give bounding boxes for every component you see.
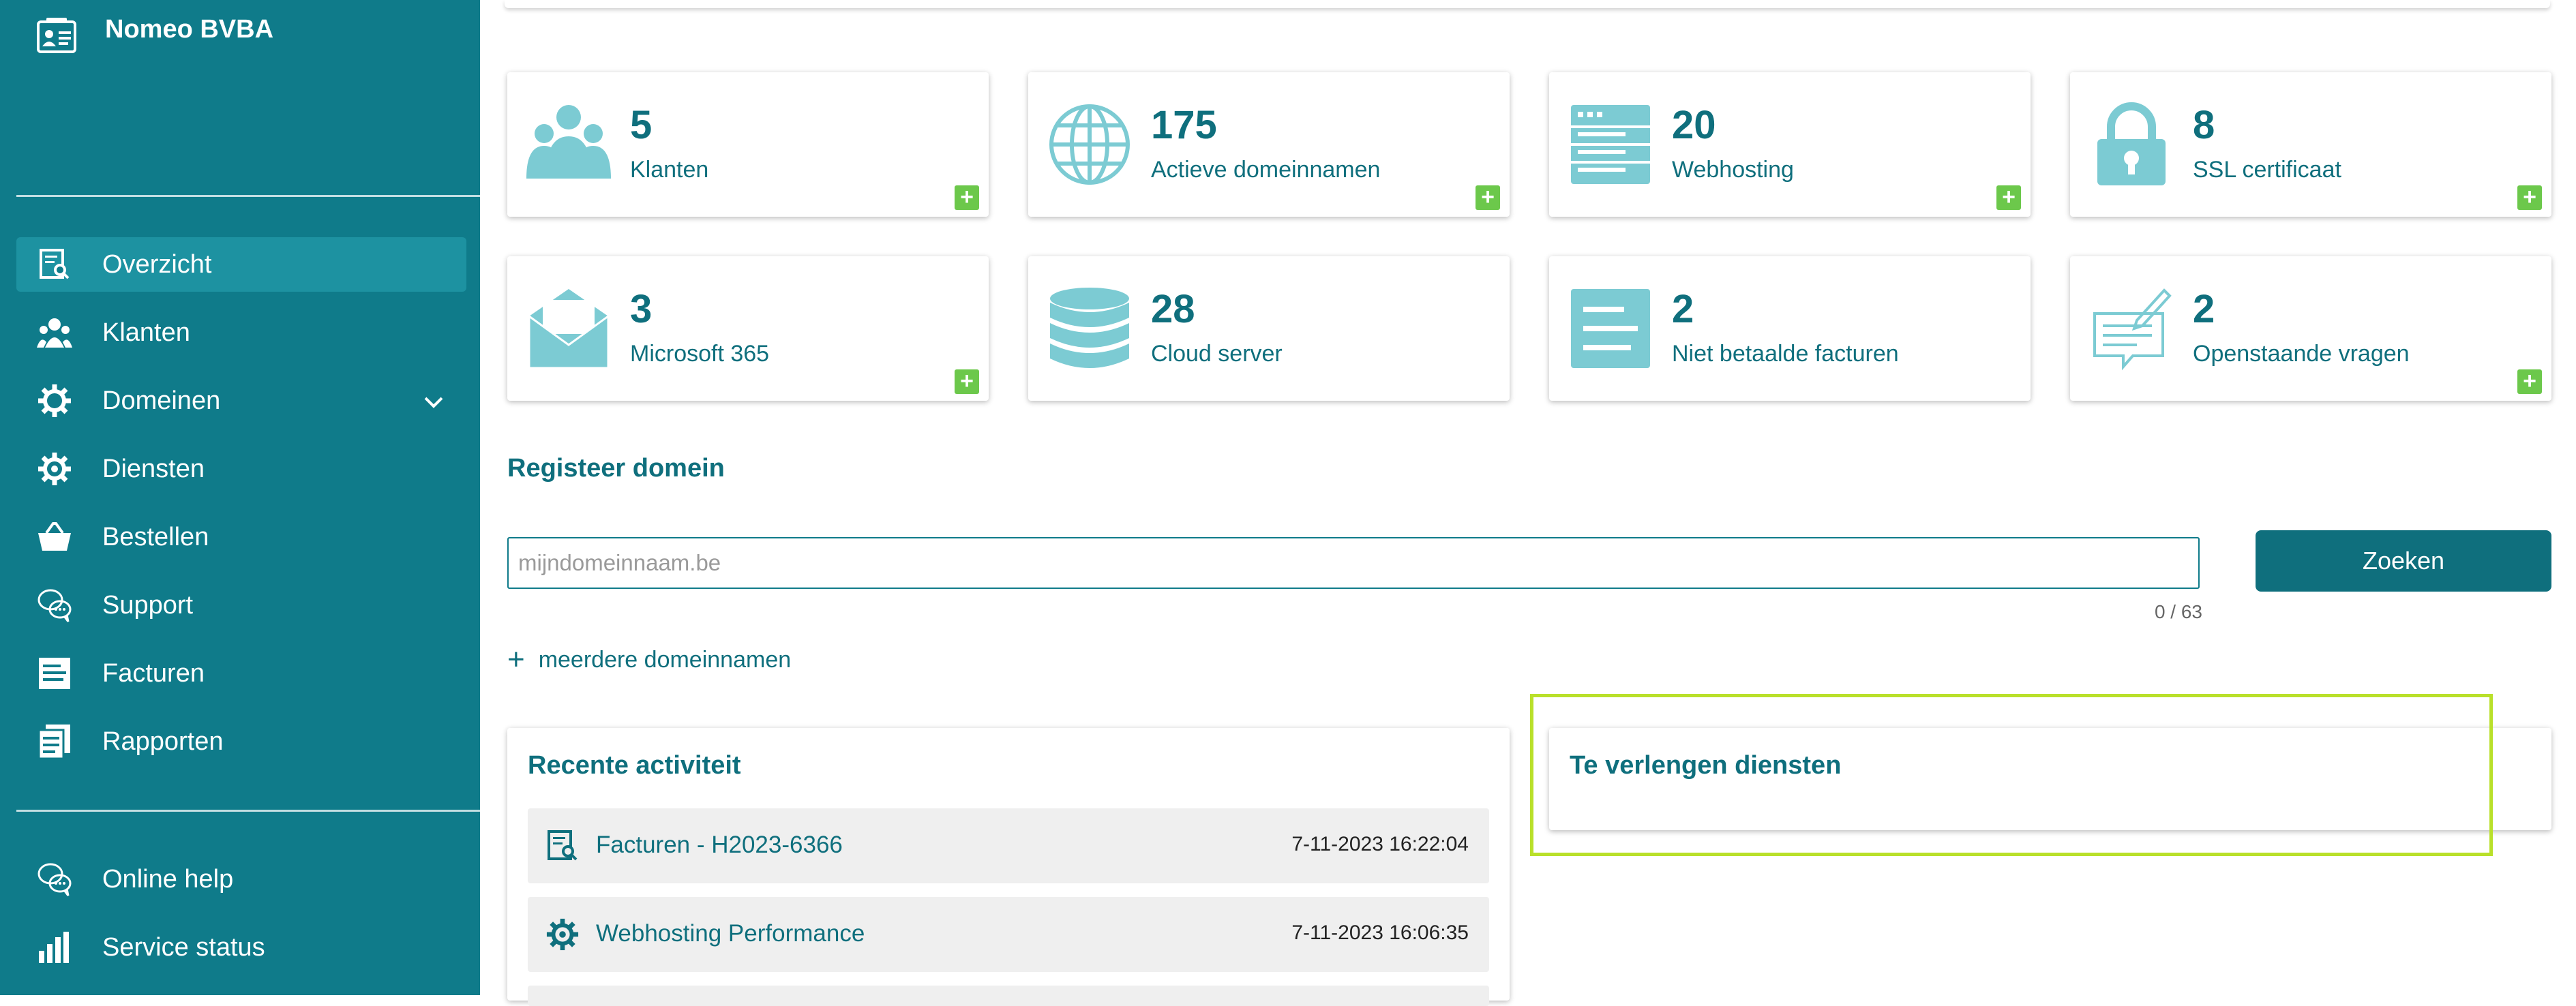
stat-card-domeinnamen[interactable]: 175 Actieve domeinnamen +	[1028, 72, 1510, 217]
add-vraag-button[interactable]: +	[2517, 369, 2542, 394]
sidebar-item-rapporten[interactable]: Rapporten	[16, 714, 466, 769]
stat-label: Openstaande vragen	[2193, 341, 2410, 367]
reports-icon	[35, 722, 74, 761]
sidebar-item-service-status[interactable]: Service status	[16, 920, 466, 975]
recent-activity-panel: Recente activiteit Facturen - H2023-6366…	[507, 728, 1510, 1006]
renewals-title: Te verlengen diensten	[1570, 751, 1842, 780]
stat-value: 2	[1672, 287, 1694, 331]
register-domain-title: Registeer domein	[507, 454, 725, 483]
recent-activity-title: Recente activiteit	[528, 751, 741, 780]
company-name: Nomeo BVBA	[105, 15, 274, 44]
stat-card-vragen[interactable]: 2 Openstaande vragen +	[2070, 256, 2551, 401]
renewals-panel: Te verlengen diensten	[1549, 728, 2551, 830]
sidebar: Nomeo BVBA Overzicht Klanten Domeinen Di…	[0, 0, 480, 995]
search-button[interactable]: Zoeken	[2256, 530, 2551, 592]
sidebar-item-overzicht[interactable]: Overzicht	[16, 237, 466, 292]
activity-timestamp: 7-11-2023 16:22:04	[1291, 833, 1469, 855]
bar-chart-icon	[35, 928, 74, 966]
chevron-down-icon[interactable]	[420, 388, 447, 416]
service-gear-icon	[546, 918, 579, 951]
sidebar-item-label: Diensten	[102, 454, 205, 483]
sidebar-item-domeinen[interactable]: Domeinen	[16, 374, 466, 428]
invoice-icon	[1571, 289, 1650, 368]
chat-icon	[35, 586, 74, 624]
stat-label: Cloud server	[1151, 341, 1283, 367]
stat-label: SSL certificaat	[2193, 157, 2341, 183]
sidebar-divider	[16, 195, 480, 197]
sidebar-item-support[interactable]: Support	[16, 578, 466, 632]
server-icon	[1571, 105, 1650, 184]
stat-label: Actieve domeinnamen	[1151, 157, 1381, 183]
activity-row[interactable]: Webhosting Performance 7-11-2023 16:06:3…	[528, 897, 1489, 972]
character-counter: 0 / 63	[2154, 601, 2202, 622]
invoice-search-icon	[548, 830, 578, 861]
stat-value: 3	[630, 287, 653, 331]
stat-card-microsoft365[interactable]: 3 Microsoft 365 +	[507, 256, 989, 401]
stat-value: 28	[1151, 287, 1195, 331]
invoice-icon	[35, 654, 74, 692]
stat-label: Niet betaalde facturen	[1672, 341, 1899, 367]
top-bar	[505, 0, 2550, 8]
sidebar-item-label: Domeinen	[102, 386, 221, 415]
add-klant-button[interactable]: +	[955, 185, 979, 210]
activity-row[interactable]: Facturen - H2023-6366 7-11-2023 16:22:04	[528, 808, 1489, 883]
sidebar-item-diensten[interactable]: Diensten	[16, 442, 466, 496]
stat-value: 20	[1672, 103, 1716, 147]
stat-card-facturen[interactable]: 2 Niet betaalde facturen	[1549, 256, 2031, 401]
add-ssl-button[interactable]: +	[2517, 185, 2542, 210]
activity-title: Facturen - H2023-6366	[596, 832, 843, 858]
stat-value: 2	[2193, 287, 2215, 331]
multiple-domains-link[interactable]: + meerdere domeinnamen	[507, 643, 792, 676]
multiple-domains-label: meerdere domeinnamen	[538, 646, 792, 673]
sidebar-item-label: Service status	[102, 932, 265, 962]
stat-label: Microsoft 365	[630, 341, 770, 367]
activity-timestamp: 7-11-2023 16:06:35	[1291, 921, 1469, 944]
stat-card-webhosting[interactable]: 20 Webhosting +	[1549, 72, 2031, 217]
sidebar-nav: Overzicht Klanten Domeinen Diensten Best…	[16, 237, 466, 782]
globe-icon	[1049, 104, 1130, 185]
gear-icon	[35, 382, 74, 420]
lock-icon	[2097, 102, 2166, 185]
sidebar-bottom-nav: Online help Service status	[16, 852, 466, 988]
add-webhosting-button[interactable]: +	[1996, 185, 2021, 210]
company-header[interactable]: Nomeo BVBA	[34, 15, 273, 56]
users-icon	[35, 314, 74, 352]
sidebar-item-label: Bestellen	[102, 522, 209, 551]
add-microsoft365-button[interactable]: +	[955, 369, 979, 394]
activity-title: Webhosting Performance	[596, 920, 865, 947]
sidebar-item-facturen[interactable]: Facturen	[16, 646, 466, 701]
add-domein-button[interactable]: +	[1476, 185, 1500, 210]
activity-row[interactable]	[528, 986, 1489, 1006]
sidebar-item-label: Online help	[102, 864, 234, 894]
database-icon	[1050, 288, 1129, 368]
sidebar-item-online-help[interactable]: Online help	[16, 852, 466, 906]
stat-label: Klanten	[630, 157, 709, 183]
stat-value: 5	[630, 103, 653, 147]
plus-icon: +	[507, 643, 525, 676]
users-icon	[526, 105, 611, 179]
sidebar-item-label: Rapporten	[102, 727, 224, 756]
help-chat-icon	[35, 860, 74, 898]
mail-icon	[528, 289, 610, 369]
stat-card-cloud-server[interactable]: 28 Cloud server	[1028, 256, 1510, 401]
stat-card-klanten[interactable]: 5 Klanten +	[507, 72, 989, 217]
domain-search-input[interactable]	[507, 537, 2200, 589]
sidebar-item-klanten[interactable]: Klanten	[16, 305, 466, 360]
sidebar-item-bestellen[interactable]: Bestellen	[16, 510, 466, 564]
sidebar-item-label: Overzicht	[102, 249, 212, 279]
overview-icon	[35, 245, 74, 284]
sidebar-item-label: Support	[102, 590, 194, 620]
basket-icon	[35, 518, 74, 556]
stat-label: Webhosting	[1672, 157, 1794, 183]
contact-card-icon	[37, 18, 76, 53]
service-gear-icon	[35, 450, 74, 488]
question-note-icon	[2093, 288, 2172, 371]
stat-value: 175	[1151, 103, 1217, 147]
sidebar-item-label: Facturen	[102, 658, 205, 688]
sidebar-divider	[16, 810, 480, 812]
stat-card-ssl[interactable]: 8 SSL certificaat +	[2070, 72, 2551, 217]
stat-value: 8	[2193, 103, 2215, 147]
sidebar-item-label: Klanten	[102, 318, 190, 347]
